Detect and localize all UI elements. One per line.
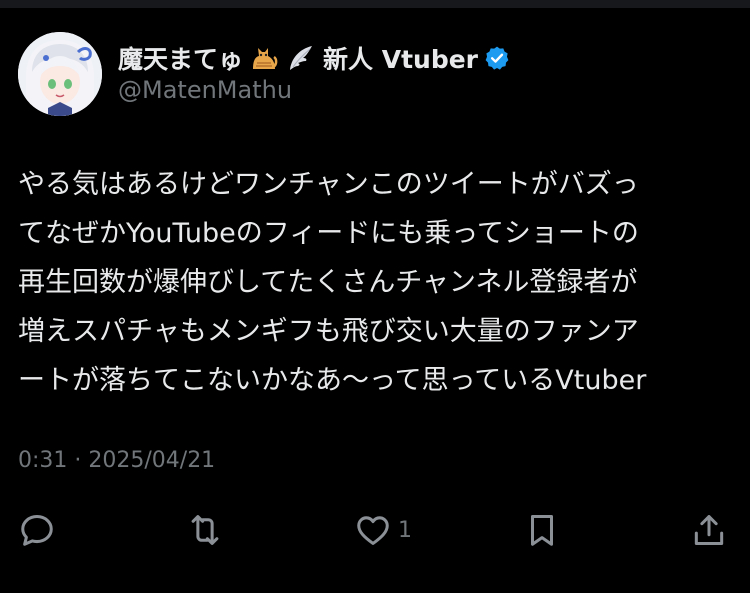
like-button[interactable]: 1 (354, 509, 412, 551)
cat-emoji (249, 43, 279, 73)
avatar-image (18, 32, 102, 116)
tweet-text-line: やる気はあるけどワンチャンこのツイートがバズっ (18, 169, 639, 200)
wing-emoji (285, 43, 315, 73)
tweet-text-line: 再生回数が爆伸びしてたくさんチャンネル登録者が (18, 267, 638, 298)
tweet-text: やる気はあるけどワンチャンこのツイートがバズっ てなぜかYouTubeのフィード… (18, 160, 730, 405)
top-divider (0, 0, 750, 8)
reply-icon (21, 515, 53, 546)
retweet-icon (191, 515, 219, 545)
verified-badge-icon (484, 45, 510, 71)
retweet-button[interactable] (186, 509, 224, 551)
avatar[interactable] (18, 32, 102, 116)
heart-icon (357, 516, 389, 545)
display-name[interactable]: 魔天まてゅ (118, 40, 243, 76)
bookmark-icon (530, 515, 554, 546)
like-count: 1 (398, 517, 412, 543)
tweet-text-line: 増えスパチャもメンギフも飛び交い大量のファンア (18, 316, 639, 347)
display-name-suffix[interactable]: 新人 Vtuber (323, 40, 478, 76)
bookmark-button[interactable] (523, 509, 561, 551)
tweet-timestamp[interactable]: 0:31 · 2025/04/21 (18, 448, 215, 473)
reply-button[interactable] (18, 509, 56, 551)
share-icon (694, 515, 724, 545)
author-name-row[interactable]: 魔天まてゅ 新人 Vtuber (118, 38, 510, 78)
share-button[interactable] (690, 509, 728, 551)
tweet-text-line: てなぜかYouTubeのフィードにも乗ってショートの (18, 218, 639, 249)
author-handle[interactable]: @MatenMathu (118, 76, 292, 104)
tweet-text-line: ートが落ちてこないかなあ〜って思っているVtuber (18, 365, 647, 396)
